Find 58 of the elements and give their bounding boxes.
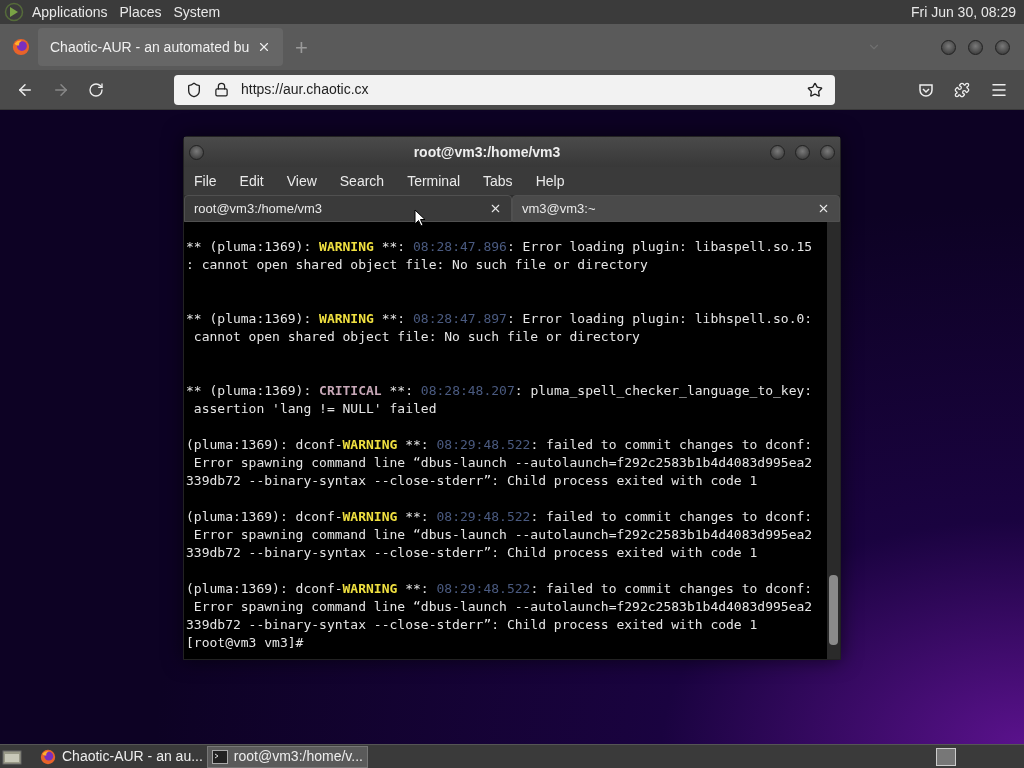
address-bar[interactable]: https://aur.chaotic.cx bbox=[174, 74, 835, 105]
menu-item[interactable]: Tabs bbox=[483, 170, 513, 192]
shell-prompt: [root@vm3 vm3]# bbox=[186, 634, 304, 652]
terminal-line: 339db72 --binary-syntax --close-stderr”: Child process exited with code 1 bbox=[186, 544, 758, 562]
menu-item[interactable]: Edit bbox=[239, 170, 264, 192]
close-button[interactable] bbox=[995, 39, 1010, 55]
pocket-icon[interactable] bbox=[918, 81, 934, 98]
taskbar-button[interactable]: Chaotic-AUR - an au... bbox=[36, 745, 207, 768]
terminal-line: ** (pluma:1369): CRITICAL **: 08:28:48.207: pluma_spell_checker_language_to_key: bbox=[186, 382, 813, 400]
taskbar-button[interactable]: root@vm3:/home/v... bbox=[206, 745, 368, 768]
clock: Fri Jun 30, 08:29 bbox=[910, 2, 1017, 22]
maximize-button[interactable] bbox=[795, 144, 810, 160]
window-menu-button[interactable] bbox=[189, 144, 204, 160]
terminal-line: Error spawning command line “dbus-launch --autolaunch=f292c2583b1b4d4083d995ea2 bbox=[192, 598, 813, 616]
terminal-line: (pluma:1369): dconf-WARNING **: 08:29:48.522: failed to commit changes to dconf: bbox=[186, 508, 813, 526]
menu-item[interactable]: View bbox=[286, 170, 317, 192]
menu-item[interactable]: Terminal bbox=[407, 170, 461, 192]
show-desktop-icon[interactable] bbox=[2, 747, 22, 766]
scrollbar[interactable] bbox=[827, 222, 840, 659]
panel-menu[interactable]: Applications bbox=[32, 1, 108, 23]
window-title: root@vm3:/home/vm3 bbox=[412, 142, 562, 162]
reload-icon[interactable] bbox=[88, 81, 104, 98]
close-button[interactable] bbox=[820, 144, 835, 160]
close-icon[interactable] bbox=[817, 202, 830, 215]
menu-logo-icon[interactable] bbox=[4, 2, 24, 22]
close-icon[interactable] bbox=[257, 40, 271, 54]
terminal-line: cannot open shared object file: No such file or directory bbox=[192, 328, 640, 346]
lock-icon bbox=[214, 82, 229, 97]
bookmark-star-icon[interactable] bbox=[807, 81, 823, 98]
workspace-switcher[interactable] bbox=[936, 747, 956, 766]
terminal-line: (pluma:1369): dconf-WARNING **: 08:29:48.522: failed to commit changes to dconf: bbox=[186, 436, 813, 454]
firefox-icon bbox=[40, 748, 56, 765]
firefox-icon bbox=[12, 38, 30, 56]
terminal-tab[interactable]: root@vm3:/home/vm3 bbox=[184, 195, 512, 222]
extensions-icon[interactable] bbox=[954, 81, 970, 98]
menu-item[interactable]: File bbox=[194, 170, 217, 192]
terminal-tab[interactable]: vm3@vm3:~ bbox=[512, 195, 840, 222]
close-icon[interactable] bbox=[489, 202, 502, 215]
terminal-line: 339db72 --binary-syntax --close-stderr”: Child process exited with code 1 bbox=[186, 616, 758, 634]
maximize-button[interactable] bbox=[968, 39, 983, 55]
terminal-line: 339db72 --binary-syntax --close-stderr”: Child process exited with code 1 bbox=[186, 472, 758, 490]
terminal-line: (pluma:1369): dconf-WARNING **: 08:29:48.522: failed to commit changes to dconf: bbox=[186, 580, 813, 598]
menu-item[interactable]: Search bbox=[339, 170, 385, 192]
terminal-line: Error spawning command line “dbus-launch --autolaunch=f292c2583b1b4d4083d995ea2 bbox=[192, 526, 813, 544]
terminal-icon bbox=[211, 749, 228, 764]
browser-tab[interactable]: Chaotic-AUR - an automated bu bbox=[38, 28, 283, 66]
shield-icon[interactable] bbox=[186, 81, 202, 98]
url-text: https://aur.chaotic.cx bbox=[241, 80, 370, 99]
terminal-line: Error spawning command line “dbus-launch --autolaunch=f292c2583b1b4d4083d995ea2 bbox=[192, 454, 813, 472]
minimize-button[interactable] bbox=[941, 39, 956, 55]
terminal-line: ** (pluma:1369): WARNING **: 08:28:47.896: Error loading plugin: libaspell.so.15 bbox=[186, 238, 813, 256]
terminal-line: ** (pluma:1369): WARNING **: 08:28:47.897: Error loading plugin: libhspell.so.0: bbox=[186, 310, 813, 328]
terminal-line: assertion 'lang != NULL' failed bbox=[192, 400, 437, 418]
menu-item[interactable]: Help bbox=[535, 170, 565, 192]
panel-menu[interactable]: System bbox=[173, 1, 221, 23]
terminal-line: : cannot open shared object file: No such file or directory bbox=[186, 256, 648, 274]
panel-menu[interactable]: Places bbox=[119, 1, 162, 23]
minimize-button[interactable] bbox=[770, 144, 785, 160]
